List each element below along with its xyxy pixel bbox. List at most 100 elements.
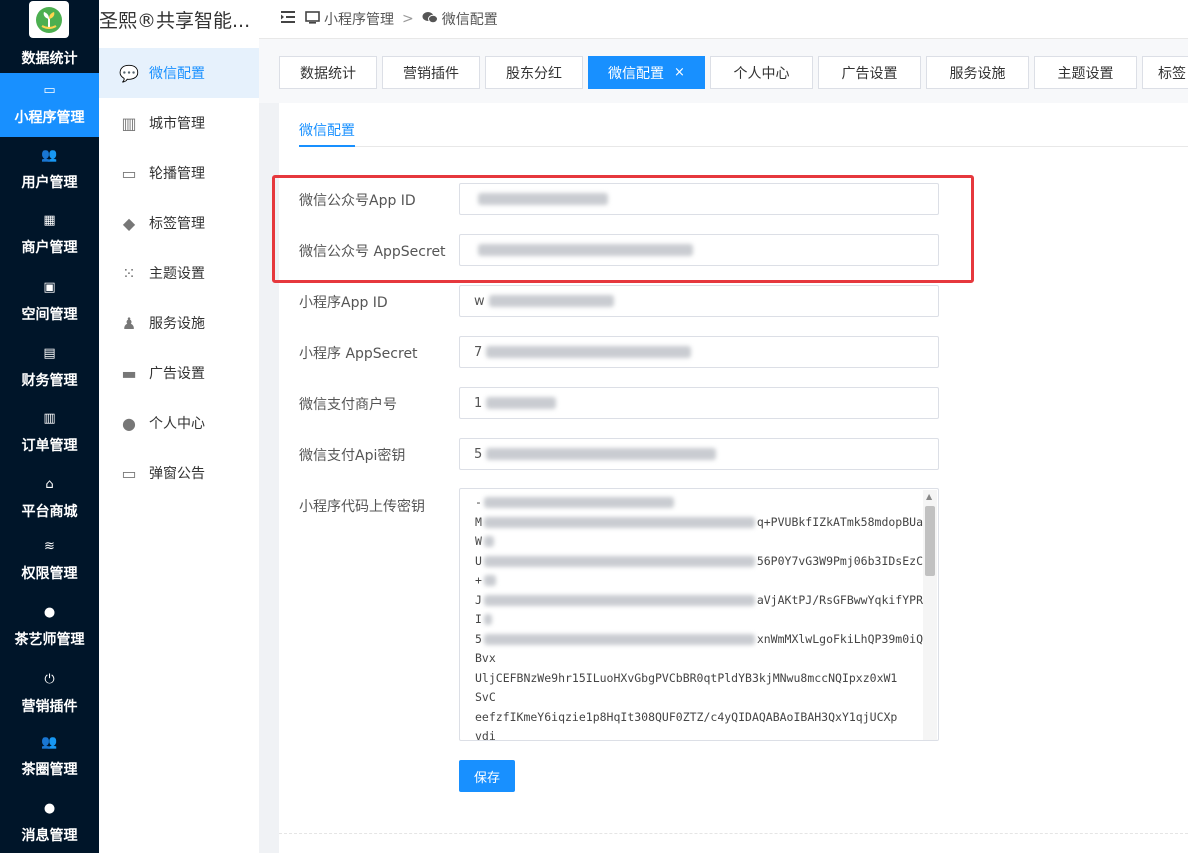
field-value-prefix: w (474, 293, 485, 309)
scroll-thumb[interactable] (925, 506, 935, 576)
nav-item-12[interactable]: ● 消息管理 (0, 792, 99, 853)
panel-bottom-divider (279, 833, 1188, 834)
app-name[interactable]: 数据统计 (0, 48, 99, 68)
grid-icon: ⁙ (122, 263, 136, 283)
active-tab-indicator (299, 145, 355, 147)
key-line-prefix: M (475, 514, 482, 529)
wechat-icon: 💬 (119, 63, 139, 83)
field-label-3: 小程序App ID (299, 295, 388, 311)
key-line-suffix: aVjAKtPJ/RsGFBwwYqkifYPR (756, 592, 923, 607)
redacted-value (483, 497, 674, 509)
site-title: 圣熙®共享智能... (99, 10, 251, 32)
nav-item-7[interactable]: ⌂ 平台商城 (0, 469, 99, 529)
tab-7[interactable]: 服务设施 (926, 56, 1029, 89)
key-line: I (475, 610, 923, 630)
key-line: SvC (475, 688, 923, 708)
field-input-6[interactable]: 5 (459, 438, 939, 470)
submenu-item-label: 广告设置 (149, 366, 205, 382)
field-value-prefix: 5 (474, 446, 483, 462)
field-input-5[interactable]: 1 (459, 387, 939, 419)
upload-key-textarea[interactable]: - Mq+PVUBkfIZkATmk58mdopBUa W U 56P0Y7vG3W9P… (459, 488, 939, 741)
submenu-item-9[interactable]: ▭ 弹窗公告 (99, 448, 259, 498)
field-input-4[interactable]: 7 (459, 336, 939, 368)
tab-3[interactable]: 股东分红 (485, 56, 583, 89)
nav-item-1[interactable]: ▭ 小程序管理 (0, 73, 99, 137)
monitor-icon: ▭ (43, 83, 56, 98)
field-value-prefix: 7 (474, 344, 483, 360)
field-input-3[interactable]: w (459, 285, 939, 317)
key-line: 5 xnWmMXlwLgoFkiLhQP39m0iQ (475, 630, 923, 650)
nav-item-label: 权限管理 (21, 566, 78, 582)
tab-6[interactable]: 广告设置 (818, 56, 921, 89)
tab-8[interactable]: 主题设置 (1034, 56, 1137, 89)
submenu-item-4[interactable]: ◆ 标签管理 (99, 198, 259, 248)
tab-2[interactable]: 营销插件 (382, 56, 480, 89)
card-icon: ▤ (43, 346, 56, 361)
logo (29, 1, 69, 38)
key-line-prefix: I (475, 612, 482, 626)
nav-item-2[interactable]: 👥 用户管理 (0, 139, 99, 201)
tab-9[interactable]: 标签 (1142, 56, 1188, 89)
tab-label: 个人中心 (733, 65, 790, 82)
scroll-up-icon[interactable]: ▲ (926, 492, 932, 501)
nav-item-label: 商户管理 (21, 240, 78, 256)
nav-item-10[interactable]: ⏻ 营销插件 (0, 664, 99, 724)
key-line: U 56P0Y7vG3W9Pmj06b3IDsEzC (475, 552, 923, 572)
key-line-prefix: SvC (475, 690, 496, 704)
nav-item-5[interactable]: ▤ 财务管理 (0, 337, 99, 399)
city-icon: ▥ (121, 113, 137, 133)
submenu-item-label: 轮播管理 (149, 166, 205, 182)
tab-1[interactable]: 数据统计 (279, 56, 377, 89)
redacted-value (483, 555, 755, 567)
key-line-prefix: eefzfIKmeY6iqzie1p8HqIt308QUF0ZTZ/c4yQID… (475, 709, 898, 724)
save-button[interactable]: 保存 (459, 760, 515, 792)
ad-card-icon: ▬ (121, 363, 137, 383)
submenu-item-1[interactable]: 💬 微信配置 (99, 48, 259, 98)
nav-item-3[interactable]: ▦ 商户管理 (0, 204, 99, 266)
tab-wechat-config[interactable]: 微信配置 (299, 120, 355, 140)
key-line: JaVjAKtPJ/RsGFBwwYqkifYPR (475, 591, 923, 611)
nav-item-4[interactable]: ▣ 空间管理 (0, 271, 99, 333)
tab-label: 股东分红 (506, 65, 562, 82)
key-line: Mq+PVUBkfIZkATmk58mdopBUa (475, 513, 923, 533)
nav-item-label: 消息管理 (21, 827, 78, 844)
breadcrumb-item-miniapp[interactable]: 小程序管理 (324, 9, 394, 29)
submenu-item-5[interactable]: ⁙ 主题设置 (99, 248, 259, 298)
nav-item-8[interactable]: ≋ 权限管理 (0, 531, 99, 591)
tab-4[interactable]: 微信配置 × (588, 56, 705, 89)
divider (299, 146, 1188, 147)
menu-fold-icon[interactable] (281, 11, 295, 27)
submenu-item-8[interactable]: ● 个人中心 (99, 398, 259, 448)
nav-item-11[interactable]: 👥 茶圈管理 (0, 724, 99, 790)
redacted-value (483, 536, 494, 548)
submenu-item-6[interactable]: ♟ 服务设施 (99, 298, 259, 348)
upload-key-label: 小程序代码上传密钥 (299, 499, 425, 515)
submenu-item-label: 标签管理 (149, 216, 205, 232)
key-line-suffix: 56P0Y7vG3W9Pmj06b3IDsEzC (756, 553, 923, 568)
close-icon[interactable]: × (674, 65, 685, 80)
nav-item-9[interactable]: ● 茶艺师管理 (0, 594, 99, 659)
tab-label: 数据统计 (300, 65, 356, 82)
tabs-bar: 数据统计 营销插件 股东分红 微信配置 × 个人中心 广告设置 服务设施 主题设置 标签 (259, 38, 1188, 103)
chat-icon: ● (43, 800, 56, 816)
redacted-value (486, 448, 717, 460)
nav-item-label: 小程序管理 (14, 110, 85, 126)
nav-item-label: 空间管理 (21, 307, 78, 323)
submenu-item-7[interactable]: ▬ 广告设置 (99, 348, 259, 398)
tab-label: 广告设置 (841, 65, 898, 82)
nav-item-6[interactable]: ▥ 订单管理 (0, 402, 99, 464)
database-icon: ≋ (44, 539, 55, 554)
app-root: 数据统计 ▭ 小程序管理 👥 用户管理 ▦ 商户管理 ▣ 空间管理 ▤ 财务管理 ▥ 订单管理 ⌂ 平台商… (0, 0, 1188, 853)
submenu-item-3[interactable]: ▭ 轮播管理 (99, 148, 259, 198)
key-line-prefix: U (475, 553, 482, 568)
textarea-scrollbar[interactable]: ▲ (923, 490, 937, 740)
plug-icon: ⏻ (44, 672, 55, 687)
breadcrumb-separator: > (402, 11, 414, 27)
submenu-item-2[interactable]: ▥ 城市管理 (99, 98, 259, 148)
redacted-value (486, 397, 557, 409)
nav-item-label: 订单管理 (21, 438, 78, 454)
key-line-prefix: J (475, 592, 482, 607)
store-icon: ⌂ (45, 477, 54, 492)
tab-5[interactable]: 个人中心 (710, 56, 813, 89)
building-icon: ▦ (43, 213, 56, 228)
